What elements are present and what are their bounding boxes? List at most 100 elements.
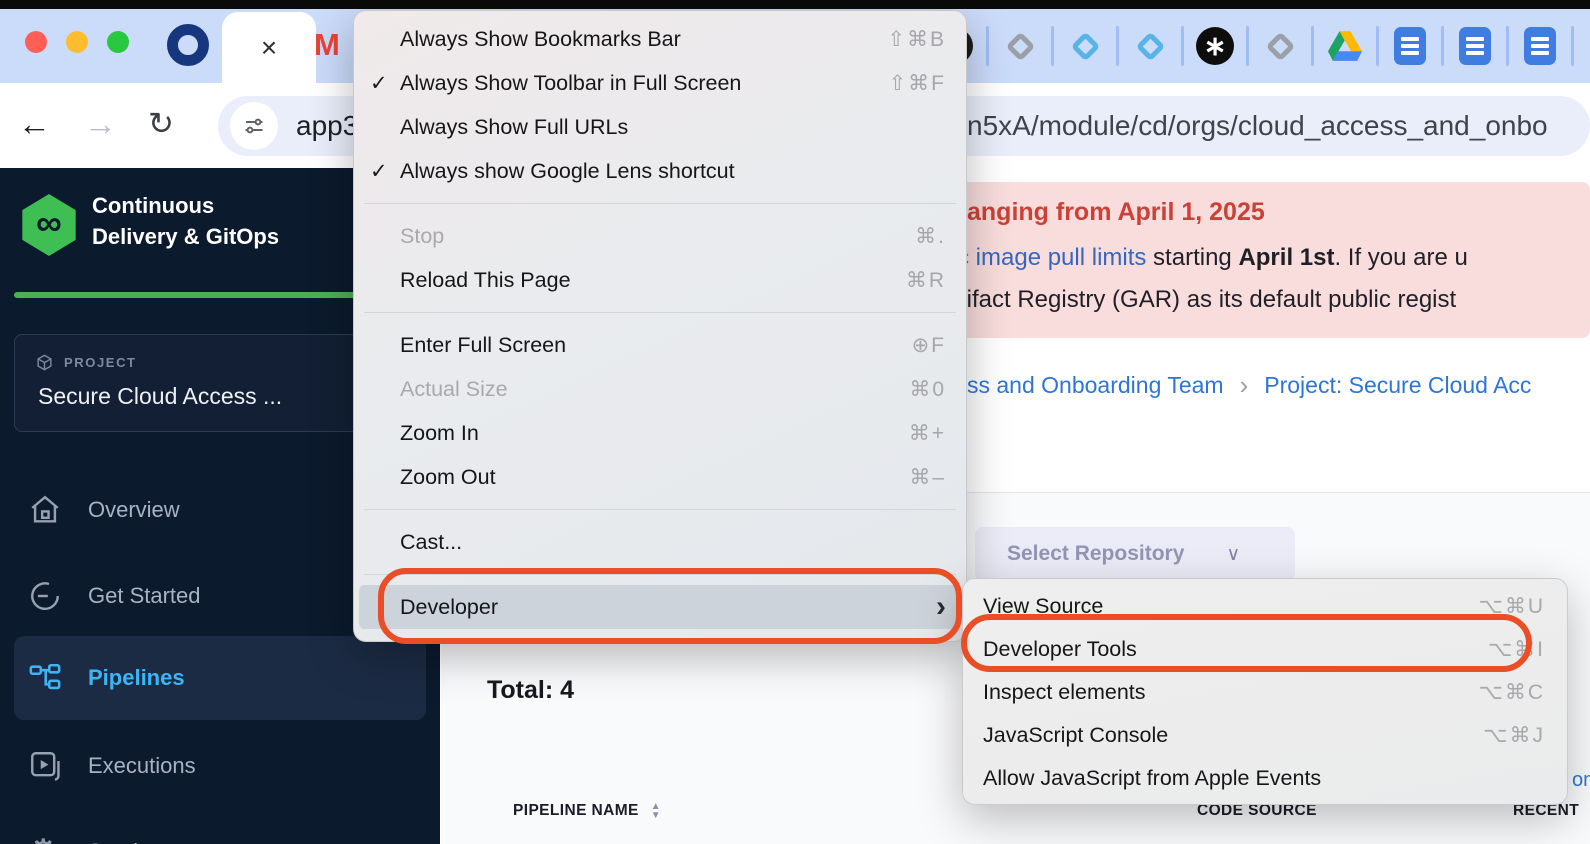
menu-item-always-show-google-lens-shortcut[interactable]: ✓ Always show Google Lens shortcut — [354, 149, 966, 193]
banner-body-line1: c image pull limits starting April 1st. … — [957, 244, 1468, 272]
tune-icon[interactable] — [230, 102, 278, 150]
shrunken-tabs-row: ∗ — [936, 22, 1586, 70]
forward-icon: → — [84, 103, 117, 145]
submenu-item-view-source[interactable]: View Source ⌥⌘U — [963, 585, 1567, 628]
google-docs-favicon[interactable] — [1521, 27, 1559, 65]
menu-item-stop: Stop ⌘. — [354, 214, 966, 258]
menu-item-cast[interactable]: Cast... — [354, 520, 966, 564]
reload-icon[interactable]: ↻ — [148, 103, 174, 145]
breadcrumb-project-link[interactable]: Project: Secure Cloud Acc — [1264, 372, 1531, 399]
diamond-gray-favicon[interactable] — [1261, 27, 1299, 65]
check-icon: ✓ — [370, 159, 400, 184]
shortcut-label: ⌥⌘J — [1483, 723, 1545, 748]
diamond-blue-favicon[interactable] — [1131, 27, 1169, 65]
tab-separator — [986, 26, 989, 66]
banner-text: starting — [1146, 244, 1238, 271]
tab-separator — [1311, 26, 1314, 66]
tab-separator — [1376, 26, 1379, 66]
infinity-glyph: ∞ — [36, 202, 62, 244]
back-icon[interactable]: ← — [18, 103, 51, 145]
submenu-chevron-icon: › — [936, 592, 946, 622]
diamond-blue-favicon[interactable] — [1066, 27, 1104, 65]
sidebar-item-label: Services — [88, 839, 172, 844]
menu-item-always-show-bookmarks-bar[interactable]: Always Show Bookmarks Bar ⇧⌘B — [354, 17, 966, 61]
executions-icon — [28, 749, 62, 783]
shortcut-label: ⌘0 — [909, 377, 946, 402]
menu-item-always-show-toolbar-in-full-screen[interactable]: ✓ Always Show Toolbar in Full Screen ⇧⌘F — [354, 61, 966, 105]
shortcut-label: ⌘– — [909, 465, 946, 490]
submenu-item-inspect-elements[interactable]: Inspect elements ⌥⌘C — [963, 671, 1567, 714]
submenu-item-javascript-console[interactable]: JavaScript Console ⌥⌘J — [963, 714, 1567, 757]
clipped-link-fragment: on — [1572, 769, 1590, 792]
traffic-light-close-button[interactable] — [25, 31, 47, 53]
shortcut-label: ⌥⌘C — [1479, 680, 1545, 705]
active-tab[interactable]: × — [222, 12, 316, 83]
submenu-item-allow-javascript-from-apple-events[interactable]: Allow JavaScript from Apple Events — [963, 757, 1567, 800]
tab-separator — [1246, 26, 1249, 66]
column-label: PIPELINE NAME — [513, 802, 639, 820]
traffic-light-zoom-button[interactable] — [107, 31, 129, 53]
menu-item-always-show-full-urls[interactable]: Always Show Full URLs — [354, 105, 966, 149]
submenu-item-developer-tools[interactable]: Developer Tools ⌥⌘I — [963, 628, 1567, 671]
menu-item-actual-size: Actual Size ⌘0 — [354, 367, 966, 411]
home-icon — [28, 493, 62, 527]
google-drive-favicon[interactable] — [1326, 27, 1364, 65]
check-icon: ✓ — [370, 71, 400, 96]
menu-item-reload-this-page[interactable]: Reload This Page ⌘R — [354, 258, 966, 302]
google-docs-favicon[interactable] — [1391, 27, 1429, 65]
tab-close-icon[interactable]: × — [261, 34, 277, 62]
sidebar-item-label: Pipelines — [88, 665, 185, 691]
menu-item-enter-full-screen[interactable]: Enter Full Screen ⊕F — [354, 323, 966, 367]
developer-submenu: View Source ⌥⌘U Developer Tools ⌥⌘I Insp… — [962, 578, 1568, 805]
shortcut-label: ⌥⌘U — [1479, 594, 1545, 619]
shortcut-label: ⇧⌘B — [887, 27, 946, 52]
module-title: Continuous Delivery & GitOps — [92, 190, 279, 252]
menu-item-developer[interactable]: Developer › — [359, 585, 961, 629]
chatgpt-favicon[interactable]: ∗ — [1196, 27, 1234, 65]
sidebar-item-label: Get Started — [88, 583, 201, 609]
tab-separator — [1441, 26, 1444, 66]
macos-menubar-sliver — [0, 0, 1590, 9]
module-title-line2: Delivery & GitOps — [92, 221, 279, 252]
tab-separator — [1116, 26, 1119, 66]
menu-separator — [364, 574, 956, 575]
shortcut-label: ⌘. — [915, 224, 946, 249]
sidebar-item-pipelines[interactable]: Pipelines — [0, 652, 440, 704]
breadcrumb: ss and Onboarding Team › Project: Secure… — [967, 370, 1531, 401]
project-label: PROJECT — [64, 355, 137, 370]
tab-separator — [1506, 26, 1509, 66]
diamond-gray-favicon[interactable] — [1001, 27, 1039, 65]
menu-separator — [364, 203, 956, 204]
menu-separator — [364, 509, 956, 510]
sidebar-item-services[interactable]: ⚙ Services — [0, 826, 440, 844]
shortcut-label: ⌥⌘I — [1488, 637, 1545, 662]
project-name: Secure Cloud Access ... — [38, 383, 282, 410]
banner-heading-fragment: anging from April 1, 2025 — [967, 198, 1265, 227]
select-repository-dropdown[interactable]: Select Repository ∨ — [975, 527, 1295, 581]
module-title-line1: Continuous — [92, 190, 279, 221]
tab-separator — [1181, 26, 1184, 66]
menu-item-zoom-in[interactable]: Zoom In ⌘+ — [354, 411, 966, 455]
shortcut-label: ⌘R — [906, 268, 946, 293]
total-count: Total: 4 — [487, 676, 574, 705]
gmail-tab-icon[interactable]: M — [314, 27, 340, 63]
banner-body-line2: tifact Registry (GAR) as its default pub… — [960, 286, 1456, 314]
column-header-pipeline-name[interactable]: PIPELINE NAME ▲▼ — [513, 802, 661, 820]
image-pull-limits-link[interactable]: c image pull limits — [957, 244, 1146, 271]
sidebar-item-executions[interactable]: Executions — [0, 740, 440, 792]
url-text-left: app3 — [296, 110, 358, 142]
gear-icon: ⚙ — [28, 835, 62, 844]
shortcut-label: ⊕F — [912, 333, 946, 358]
tab-favicon-ring-icon[interactable] — [167, 24, 209, 66]
google-docs-favicon[interactable] — [1456, 27, 1494, 65]
shortcut-label: ⇧⌘F — [889, 71, 946, 96]
breadcrumb-org-link[interactable]: ss and Onboarding Team — [967, 372, 1224, 399]
sort-icon[interactable]: ▲▼ — [651, 802, 661, 820]
sidebar-item-label: Overview — [88, 497, 180, 523]
tab-separator — [1571, 26, 1574, 66]
select-repository-label: Select Repository — [1007, 542, 1184, 566]
menu-item-zoom-out[interactable]: Zoom Out ⌘– — [354, 455, 966, 499]
sidebar-item-label: Executions — [88, 753, 196, 779]
traffic-light-minimize-button[interactable] — [66, 31, 88, 53]
harness-cd-logo-icon[interactable]: ∞ — [20, 194, 78, 256]
